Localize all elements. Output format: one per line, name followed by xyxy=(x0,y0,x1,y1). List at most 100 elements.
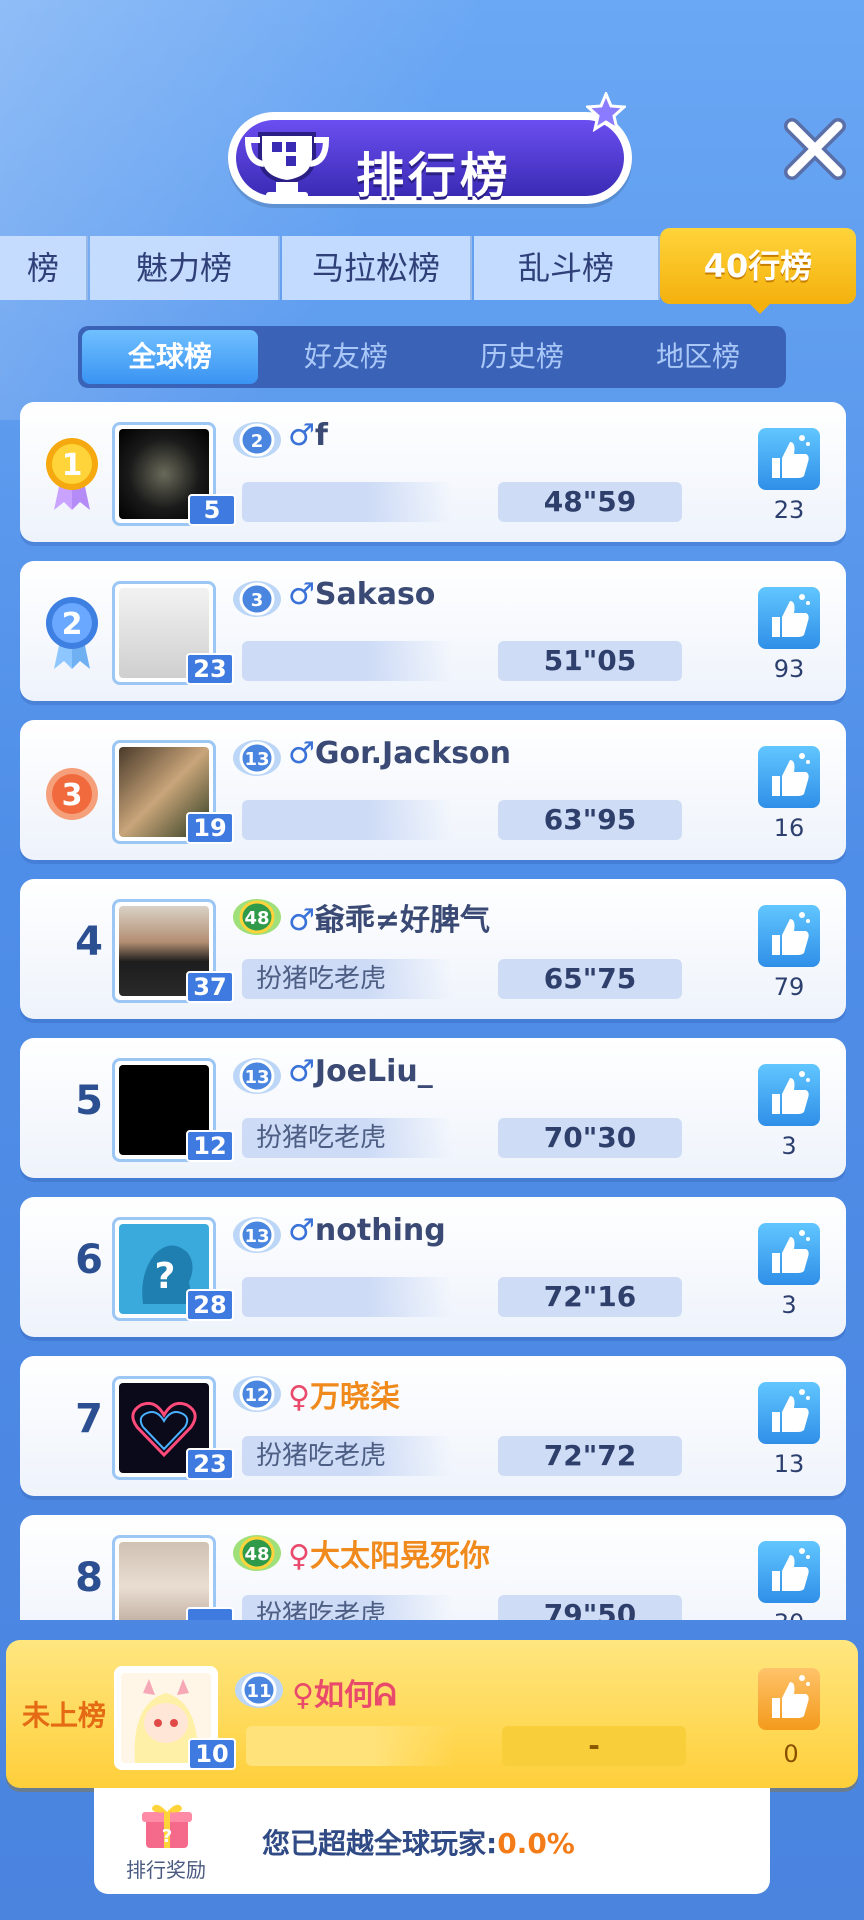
clear-time: 65"75 xyxy=(498,959,682,999)
badge-level: 11 xyxy=(246,1681,271,1702)
svg-text:?: ? xyxy=(162,1826,172,1847)
thumbs-up-icon[interactable] xyxy=(758,587,820,649)
ranking-row[interactable]: 5 12 13 ♂JoeLiu_ 扮猪吃老虎 70"30 3 xyxy=(20,1038,846,1178)
tab-40-lines[interactable]: 40行榜 xyxy=(660,228,856,304)
reward-label[interactable]: 排行奖励 xyxy=(126,1854,206,1883)
badge-level: 48 xyxy=(244,908,269,929)
ranking-row[interactable]: 4 37 48 ♂爺乖≠好脾气 扮猪吃老虎 65"75 79 xyxy=(20,879,846,1019)
scope-tabs: 全球榜 好友榜 历史榜 地区榜 xyxy=(78,326,786,388)
player-name: ♂nothing xyxy=(288,1213,446,1248)
player-level: 23 xyxy=(186,1448,234,1480)
player-title xyxy=(242,482,452,522)
rank-badge-icon: 2 xyxy=(233,422,281,458)
my-name-text: 如何ᕱ xyxy=(313,1678,397,1713)
ranking-row[interactable]: 2 23 3 ♂Sakaso 51"05 93 xyxy=(20,561,846,701)
like-count: 3 xyxy=(781,1291,797,1319)
player-name: ♀万晓柒 xyxy=(288,1372,400,1416)
ranking-row[interactable]: 7 23 12 ♀万晓柒 扮猪吃老虎 72"72 13 xyxy=(20,1356,846,1496)
ranking-row[interactable]: 3 19 13 ♂Gor.Jackson 63"95 16 xyxy=(20,720,846,860)
clear-time: 48"59 xyxy=(498,482,682,522)
player-name: ♂JoeLiu_ xyxy=(288,1054,433,1089)
rank-badge-icon: 13 xyxy=(233,1058,281,1094)
star-icon xyxy=(586,92,626,132)
tab-marathon[interactable]: 马拉松榜 xyxy=(282,236,472,300)
player-title xyxy=(242,1277,452,1317)
exceed-summary: 您已超越全球玩家:0.0% xyxy=(262,1822,575,1862)
my-title xyxy=(246,1726,456,1766)
leaderboard-title-banner: 排行榜 xyxy=(228,92,632,204)
rank-number: 2 xyxy=(61,607,83,642)
rank-badge-icon: 48 xyxy=(233,1535,281,1571)
badge-level: 3 xyxy=(251,590,264,611)
clear-time: 72"72 xyxy=(498,1436,682,1476)
player-level xyxy=(186,1607,234,1620)
player-name-text: Gor.Jackson xyxy=(314,736,512,771)
like-count: 13 xyxy=(773,1450,805,1478)
like-count: 30 xyxy=(750,1609,828,1620)
player-name-text: 万晓柒 xyxy=(309,1380,400,1415)
tab-charm[interactable]: 魅力榜 xyxy=(90,236,280,300)
thumbs-up-icon[interactable] xyxy=(758,428,820,490)
my-level: 10 xyxy=(188,1738,236,1770)
like-count: 93 xyxy=(773,655,805,683)
category-tabs: 榜 魅力榜 马拉松榜 乱斗榜 40行榜 xyxy=(0,228,864,304)
badge-level: 13 xyxy=(244,749,269,770)
thumbs-up-icon[interactable] xyxy=(758,1541,820,1603)
player-name: ♂f xyxy=(288,418,328,453)
ranking-row[interactable]: 1 5 2 ♂f 48"59 23 xyxy=(20,402,846,542)
tab-partial[interactable]: 榜 xyxy=(0,236,88,300)
thumbs-up-icon[interactable] xyxy=(758,1064,820,1126)
clear-time: 63"95 xyxy=(498,800,682,840)
subtab-region[interactable]: 地区榜 xyxy=(610,330,786,384)
close-icon[interactable] xyxy=(780,114,850,184)
player-name-text: JoeLiu_ xyxy=(314,1054,433,1089)
my-ranking-card[interactable]: 未上榜 10 11 ♀如何ᕱ - 0 xyxy=(6,1640,858,1788)
player-title xyxy=(242,641,452,681)
my-time: - xyxy=(502,1726,686,1766)
tab-brawl[interactable]: 乱斗榜 xyxy=(474,236,660,300)
player-name: ♂Sakaso xyxy=(288,577,435,612)
thumbs-up-icon[interactable] xyxy=(758,1668,820,1730)
rank-badge-icon: 3 xyxy=(233,581,281,617)
like-count: 79 xyxy=(773,973,805,1001)
player-level: 12 xyxy=(186,1130,234,1162)
player-name-text: 爺乖≠好脾气 xyxy=(314,903,491,938)
player-name-text: Sakaso xyxy=(314,577,436,612)
female-icon: ♀ xyxy=(288,1380,310,1415)
trophy-icon xyxy=(244,132,330,202)
ranking-list[interactable]: 1 5 2 ♂f 48"59 23 2 23 3 ♂Sakaso 51"05 9… xyxy=(0,400,864,1620)
thumbs-up-icon[interactable] xyxy=(758,905,820,967)
male-icon: ♂ xyxy=(288,1213,315,1248)
clear-time: 70"30 xyxy=(498,1118,682,1158)
rank-number: 1 xyxy=(61,448,83,483)
player-name: ♂Gor.Jackson xyxy=(288,736,511,771)
player-level: 19 xyxy=(186,812,234,844)
thumbs-up-icon[interactable] xyxy=(758,746,820,808)
my-like-count: 0 xyxy=(783,1740,799,1768)
subtab-history[interactable]: 历史榜 xyxy=(434,330,610,384)
subtab-global[interactable]: 全球榜 xyxy=(82,330,258,384)
female-icon: ♀ xyxy=(292,1678,314,1713)
badge-level: 12 xyxy=(244,1385,269,1406)
gift-box-icon[interactable]: ? xyxy=(140,1800,194,1850)
badge-level: 2 xyxy=(251,431,264,452)
ranking-row[interactable]: 6 ? 28 13 ♂nothing 72"16 3 xyxy=(20,1197,846,1337)
player-name: ♀大太阳晃死你 xyxy=(288,1531,490,1575)
svg-text:?: ? xyxy=(155,1256,176,1297)
footer-panel: ? 排行奖励 您已超越全球玩家:0.0% xyxy=(94,1788,770,1894)
exceed-percent: 0.0% xyxy=(497,1827,575,1860)
player-title: 扮猪吃老虎 xyxy=(242,1436,452,1476)
thumbs-up-icon[interactable] xyxy=(758,1223,820,1285)
player-title xyxy=(242,800,452,840)
page-title: 排行榜 xyxy=(356,148,513,204)
player-name-text: 大太阳晃死你 xyxy=(309,1539,490,1574)
my-name: ♀如何ᕱ xyxy=(292,1670,396,1714)
badge-level: 13 xyxy=(244,1226,269,1247)
male-icon: ♂ xyxy=(288,1054,315,1089)
ranking-row[interactable]: 8 48 ♀大太阳晃死你 扮猪吃老虎 79"50 30 xyxy=(20,1515,846,1620)
thumbs-up-icon[interactable] xyxy=(758,1382,820,1444)
subtab-friends[interactable]: 好友榜 xyxy=(258,330,434,384)
player-level: 28 xyxy=(186,1289,234,1321)
ranking-status: 未上榜 xyxy=(22,1699,107,1732)
male-icon: ♂ xyxy=(288,903,315,938)
